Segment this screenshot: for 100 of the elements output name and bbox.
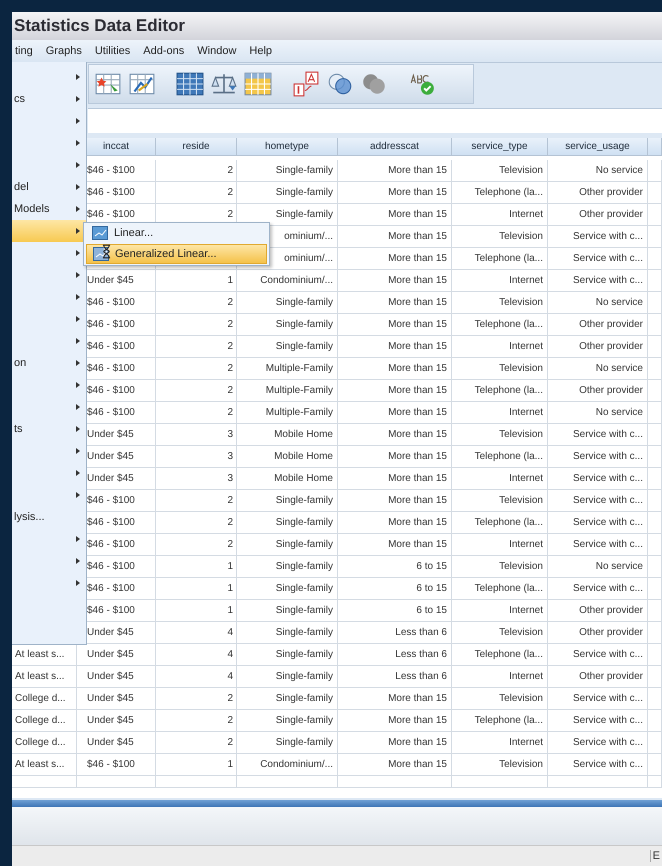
menu-item[interactable]: Help: [246, 45, 280, 57]
menu-item[interactable]: Graphs: [42, 45, 89, 57]
submenu-arrow-icon: [76, 426, 80, 432]
submenu-arrow-icon: [76, 74, 80, 80]
table-icon[interactable]: [244, 71, 272, 97]
table-cell: No service: [596, 165, 643, 176]
submenu-arrow-icon: [76, 536, 80, 542]
table-cell: Service with c...: [572, 539, 643, 550]
column-header[interactable]: service_usage: [548, 138, 648, 156]
table-cell: ominium/...: [284, 253, 333, 264]
spell-check-icon[interactable]: [408, 71, 436, 97]
submenu-arrow-icon: [76, 558, 80, 564]
table-cell: Under $45: [87, 715, 134, 726]
column-header[interactable]: reside: [156, 138, 237, 156]
table-cell: Service with c...: [572, 231, 643, 242]
table-cell: $46 - $100: [87, 759, 135, 770]
table-cell: Single-family: [276, 495, 333, 506]
table-cell: Less than 6: [395, 649, 447, 660]
column-header[interactable]: hometype: [237, 138, 338, 156]
table-cell: Single-family: [276, 583, 333, 594]
table-cell: 2: [227, 341, 233, 352]
menu-item[interactable]: Window: [194, 45, 244, 57]
table-cell: 4: [227, 649, 233, 660]
table-cell: Internet: [509, 209, 543, 220]
table-cell: Less than 6: [395, 627, 447, 638]
submenu-arrow-icon: [76, 294, 80, 300]
table-cell: More than 15: [388, 165, 447, 176]
menu-item[interactable]: Utilities: [92, 45, 138, 57]
splitter-bar[interactable]: [12, 800, 662, 807]
submenu-arrow-icon: [76, 162, 80, 168]
submenu-arrow-icon: [76, 96, 80, 102]
chart-sheet-icon[interactable]: [128, 71, 156, 97]
status-text: E: [650, 850, 662, 862]
table-cell: $46 - $100: [87, 561, 135, 572]
menu-item[interactable]: Models: [12, 198, 86, 220]
table-cell: College d...: [15, 715, 66, 726]
menu-item[interactable]: ts: [12, 418, 86, 440]
value-labels-icon[interactable]: [292, 71, 320, 97]
table-cell: Internet: [509, 275, 543, 286]
table-cell: Other provider: [579, 627, 643, 638]
overlapping-circles-icon[interactable]: [326, 71, 354, 97]
table-cell: Service with c...: [572, 451, 643, 462]
table-cell: 2: [227, 297, 233, 308]
table-cell: Under $45: [87, 693, 134, 704]
submenu-arrow-icon: [76, 250, 80, 256]
table-cell: More than 15: [388, 319, 447, 330]
submenu-arrow-icon: [76, 184, 80, 190]
table-cell: $46 - $100: [87, 363, 135, 374]
menu-item[interactable]: cs: [12, 88, 86, 110]
cell-editor-field[interactable]: [88, 108, 662, 132]
column-header[interactable]: service_type: [452, 138, 548, 156]
table-cell: Internet: [509, 539, 543, 550]
column-header[interactable]: [648, 138, 662, 156]
table-cell: Condominium/...: [260, 759, 333, 770]
table-cell: Single-family: [276, 649, 333, 660]
table-cell: Telephone (la...: [474, 715, 543, 726]
table-cell: $46 - $100: [87, 495, 135, 506]
column-header[interactable]: addresscat: [338, 138, 452, 156]
menu-item[interactable]: Generalized Linear...: [86, 244, 267, 264]
table-cell: Internet: [509, 407, 543, 418]
table-cell: Internet: [509, 737, 543, 748]
table-cell: Service with c...: [572, 253, 643, 264]
table-cell: More than 15: [388, 737, 447, 748]
table-cell: 1: [227, 275, 233, 286]
table-cell: Single-family: [276, 209, 333, 220]
table-cell: Single-family: [276, 341, 333, 352]
menu-item[interactable]: on: [12, 352, 86, 374]
table-cell: 3: [227, 473, 233, 484]
submenu-arrow-icon: [76, 360, 80, 366]
submenu-arrow-icon: [76, 206, 80, 212]
table-cell: 4: [227, 671, 233, 682]
menu-item[interactable]: ting: [12, 45, 40, 57]
table-cell: More than 15: [388, 253, 447, 264]
table-cell: Internet: [509, 671, 543, 682]
table-cell: More than 15: [388, 407, 447, 418]
menu-item[interactable]: [12, 220, 86, 242]
table-cell: 2: [227, 737, 233, 748]
table-cell: Television: [499, 165, 543, 176]
table-cell: Single-family: [276, 605, 333, 616]
table-cell: 2: [227, 539, 233, 550]
menu-item[interactable]: del: [12, 176, 86, 198]
grid-icon[interactable]: [176, 71, 204, 97]
menu-item[interactable]: Linear...: [86, 224, 267, 242]
window-title: Statistics Data Editor: [13, 16, 185, 36]
table-cell: College d...: [15, 737, 66, 748]
table-cell: Single-family: [276, 297, 333, 308]
submenu-arrow-icon: [76, 492, 80, 498]
menu-item[interactable]: Add-ons: [140, 45, 192, 57]
table-cell: Television: [499, 297, 543, 308]
table-cell: Internet: [509, 473, 543, 484]
table-cell: Single-family: [276, 693, 333, 704]
table-cell: Under $45: [87, 649, 134, 660]
table-cell: Under $45: [87, 627, 134, 638]
menu-item[interactable]: lysis...: [12, 506, 86, 528]
table-cell: Television: [499, 693, 543, 704]
table-cell: More than 15: [388, 297, 447, 308]
table-cell: Telephone (la...: [474, 649, 543, 660]
table-cell: More than 15: [388, 209, 447, 220]
table-cell: Mobile Home: [274, 429, 333, 440]
new-dataset-icon[interactable]: [94, 71, 122, 97]
